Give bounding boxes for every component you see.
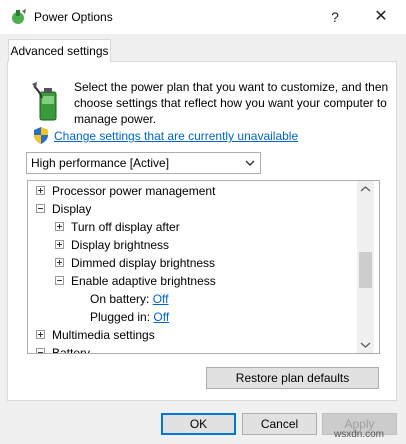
tree-item-dimmed-display-brightness[interactable]: Dimmed display brightness [55, 254, 215, 272]
title-bar: Power Options ? ✕ [0, 0, 406, 34]
collapse-icon[interactable] [55, 276, 64, 286]
close-button[interactable]: ✕ [366, 6, 396, 28]
expand-icon[interactable] [55, 222, 64, 232]
settings-tree[interactable]: Processor power management Display Turn … [27, 180, 380, 354]
scroll-down-arrow-icon[interactable] [357, 336, 374, 353]
collapse-icon[interactable] [36, 204, 45, 214]
expand-icon[interactable] [36, 186, 45, 196]
shield-icon [34, 127, 48, 144]
power-plan-dropdown[interactable]: High performance [Active] [26, 152, 261, 174]
tree-item-processor-power-management[interactable]: Processor power management [36, 182, 215, 200]
tree-item-enable-adaptive-brightness[interactable]: Enable adaptive brightness [55, 272, 216, 290]
cancel-button[interactable]: Cancel [242, 413, 317, 435]
expand-icon[interactable] [55, 240, 64, 250]
ok-button[interactable]: OK [161, 413, 236, 435]
plugged-in-value-link[interactable]: Off [153, 310, 169, 324]
tree-item-multimedia-settings[interactable]: Multimedia settings [36, 326, 155, 344]
power-plan-value: High performance [Active] [31, 156, 170, 170]
intro-text: Select the power plan that you want to c… [74, 80, 389, 126]
chevron-down-icon [245, 160, 255, 166]
window-title: Power Options [34, 10, 113, 24]
tree-scrollbar[interactable] [357, 181, 374, 353]
collapse-icon[interactable] [36, 348, 45, 353]
tree-item-plugged-in: Plugged in: Off [90, 310, 170, 324]
tree-item-display-brightness[interactable]: Display brightness [55, 236, 169, 254]
tree-item-display[interactable]: Display [36, 200, 91, 218]
tab-advanced-settings[interactable]: Advanced settings [8, 39, 111, 62]
tree-item-battery[interactable]: Battery [36, 344, 90, 353]
tree-item-on-battery: On battery: Off [90, 292, 169, 306]
on-battery-value-link[interactable]: Off [153, 292, 169, 306]
scroll-up-arrow-icon[interactable] [357, 181, 374, 198]
tree-item-turn-off-display[interactable]: Turn off display after [55, 218, 180, 236]
change-settings-link[interactable]: Change settings that are currently unava… [54, 129, 298, 143]
help-button[interactable]: ? [322, 6, 348, 28]
scroll-thumb[interactable] [359, 252, 372, 288]
expand-icon[interactable] [36, 330, 45, 340]
expand-icon[interactable] [55, 258, 64, 268]
power-options-icon [12, 9, 26, 24]
watermark: wsxdn.com [334, 429, 385, 440]
battery-icon [32, 82, 57, 121]
restore-plan-defaults-button[interactable]: Restore plan defaults [206, 367, 379, 389]
